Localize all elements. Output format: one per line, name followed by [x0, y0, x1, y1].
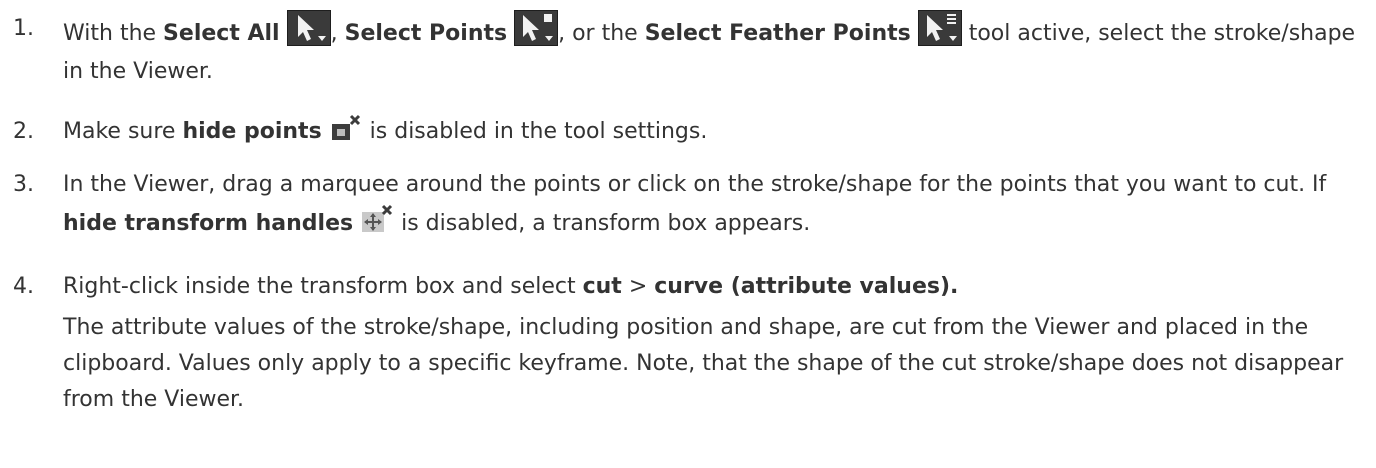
text: is disabled, a transform box appears.: [394, 211, 811, 236]
text: Right-click inside the transform box and…: [63, 274, 583, 299]
hide-transform-handles-icon: [360, 204, 394, 234]
instruction-steps: 1. With the Select All , Select Points ,…: [0, 0, 1376, 468]
text: With the: [63, 21, 164, 46]
step-note: The attribute values of the stroke/shape…: [63, 315, 1344, 412]
step-text: In the Viewer, drag a marquee around the…: [63, 166, 1366, 243]
select-feather-points-icon: [917, 10, 962, 46]
select-feather-points-label: Select Feather Points: [644, 21, 911, 46]
text: Make sure: [63, 119, 183, 144]
text: >: [621, 274, 655, 299]
hide-points-icon: [329, 114, 363, 142]
curve-attribute-values-label: curve (attribute values).: [654, 274, 959, 299]
step-text: With the Select All , Select Points , or…: [63, 10, 1366, 91]
select-points-icon: [514, 10, 559, 46]
step-text: Right-click inside the transform box and…: [63, 268, 1366, 418]
step-number: 4.: [13, 274, 34, 299]
text: , or the: [558, 21, 645, 46]
step-number: 2.: [13, 119, 34, 144]
cut-label: cut: [582, 274, 622, 299]
hide-transform-handles-label: hide transform handles: [63, 211, 354, 236]
select-all-label: Select All: [163, 21, 280, 46]
text: In the Viewer, drag a marquee around the…: [63, 172, 1327, 197]
select-all-icon: [286, 10, 331, 46]
step-number: 3.: [13, 172, 34, 197]
step-number: 1.: [13, 16, 34, 41]
step-text: Make sure hide points is disabled in the…: [63, 113, 1366, 151]
text: is disabled in the tool settings.: [362, 119, 708, 144]
text: ,: [330, 21, 345, 46]
hide-points-label: hide points: [182, 119, 322, 144]
select-points-label: Select Points: [344, 21, 508, 46]
step-instruction: Right-click inside the transform box and…: [63, 268, 1366, 306]
